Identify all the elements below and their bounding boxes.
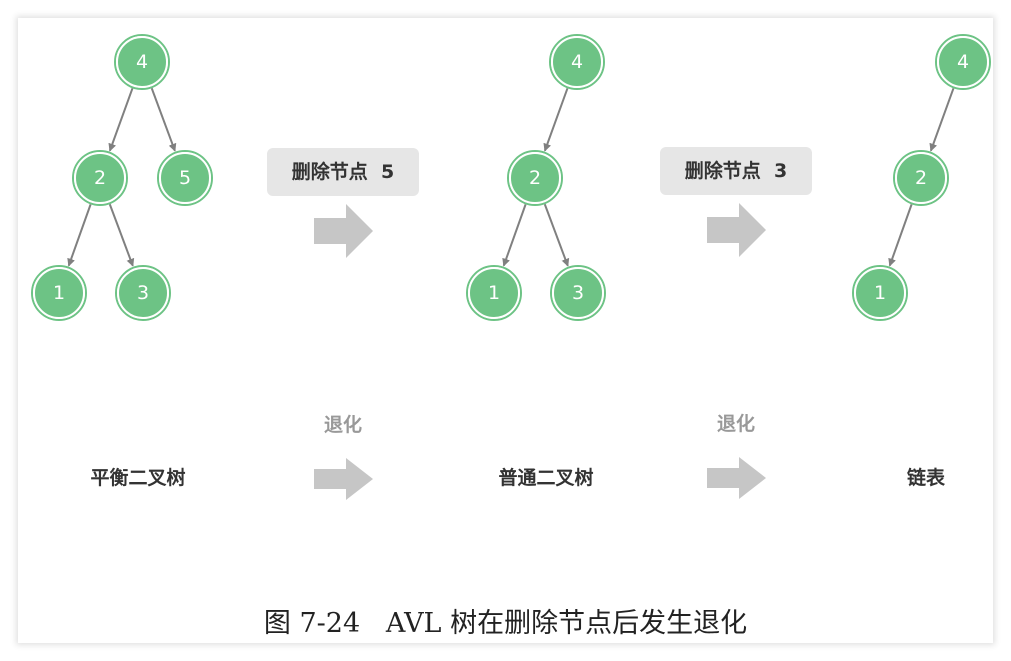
node-value: 2 [529,167,541,189]
tree-1-node-3: 3 [115,265,171,321]
node-value: 1 [874,282,886,304]
step-2: 删除节点 3 退化 [660,147,812,499]
node-value: 2 [915,167,927,189]
node-value: 3 [572,282,584,304]
tree-2-edge-2-1 [502,204,527,267]
node-value: 1 [53,282,65,304]
tree-2-edge-2-3 [543,203,570,267]
tree-1-label: 平衡二叉树 [90,466,185,489]
step-1-degrade-label: 退化 [324,413,362,436]
tree-1-edge-2-3 [108,203,135,267]
avl-degradation-diagram: 4 2 5 1 3 4 2 1 3 4 2 1 删除节点 5 退化 删除节点 3 退化 平衡二叉树 普… [31,34,991,500]
node-value: 5 [179,167,191,189]
tree-2-node-1: 1 [466,265,522,321]
tree-1-node-4: 4 [114,34,170,90]
step-1-arrow-icon [314,204,373,258]
tree-3-node-2: 2 [893,150,949,206]
step-2-degrade-label: 退化 [717,412,755,435]
tree-2-node-3: 3 [550,265,606,321]
step-1-degrade-arrow-icon [314,458,373,500]
tree-1-edge-4-5 [150,87,177,152]
node-value: 3 [137,282,149,304]
tree-3-label: 链表 [907,466,946,489]
figure-caption: 图 7-24 AVL 树在删除节点后发生退化 [263,608,748,639]
step-2-degrade-arrow-icon [707,457,766,499]
tree-2-node-4: 4 [549,34,605,90]
tree-3-edge-2-1 [888,204,913,267]
tree-1-edge-4-2 [108,87,134,152]
tree-3-node-4: 4 [935,34,991,90]
tree-3-edge-4-2 [929,87,955,152]
tree-3-node-1: 1 [852,265,908,321]
node-value: 4 [571,51,583,73]
tree-1-node-2: 2 [72,150,128,206]
nodes-layer: 4 2 5 1 3 4 2 1 3 4 2 1 [31,34,991,321]
node-value: 4 [957,51,969,73]
tree-1-node-1: 1 [31,265,87,321]
tree-2-node-2: 2 [507,150,563,206]
step-2-arrow-icon [707,203,766,257]
tree-2-label: 普通二叉树 [498,466,593,489]
node-value: 1 [488,282,500,304]
tree-2-edge-4-2 [543,87,569,152]
step-2-action-label: 删除节点 3 [685,159,787,182]
tree-1-edge-2-1 [67,204,92,267]
node-value: 4 [136,51,148,73]
tree-1-node-5: 5 [157,150,213,206]
step-1: 删除节点 5 退化 [267,148,419,500]
node-value: 2 [94,167,106,189]
step-1-action-label: 删除节点 5 [292,160,394,183]
